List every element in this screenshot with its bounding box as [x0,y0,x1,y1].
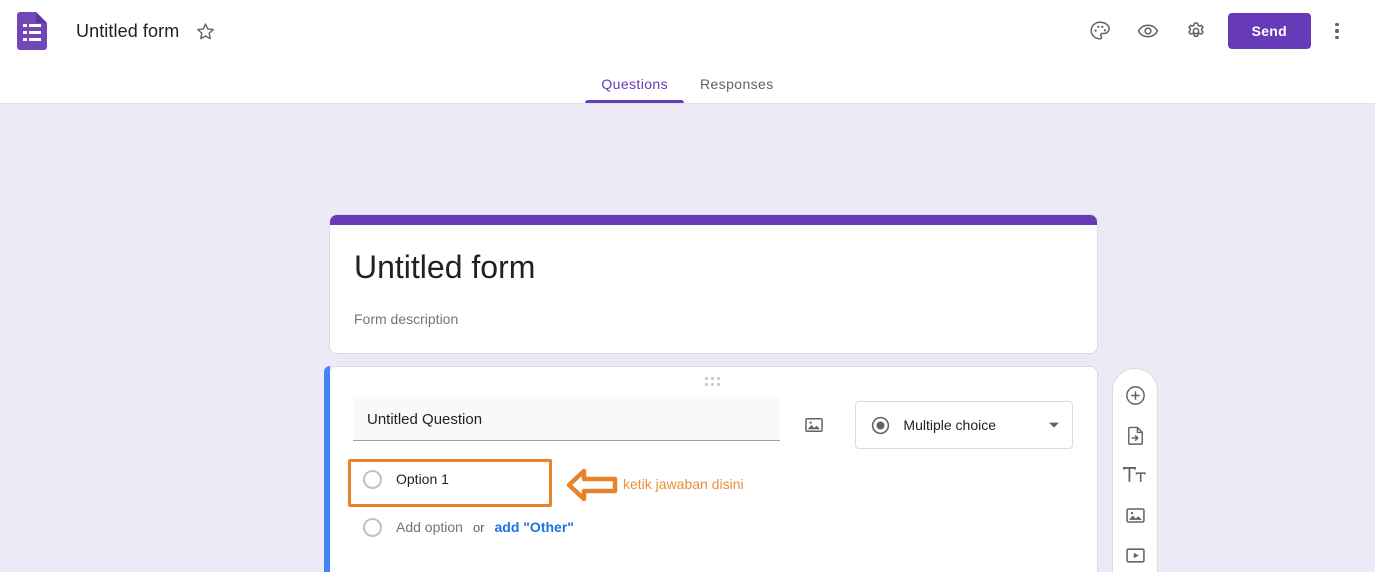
insert-image-icon[interactable] [794,405,834,445]
radio-outline-icon [363,469,382,489]
add-option-button[interactable]: Add option [396,519,463,535]
tab-responses[interactable]: Responses [684,76,790,103]
radio-outline-icon [363,517,382,537]
add-image-button[interactable] [1113,495,1157,535]
chevron-down-icon [1048,421,1060,429]
form-card-body: Untitled form Form description [330,225,1097,353]
question-type-dropdown[interactable]: Multiple choice [855,401,1073,449]
eye-icon[interactable] [1124,7,1172,55]
left-arrow-annotation-icon [566,468,618,502]
forms-logo-icon[interactable] [12,11,52,51]
question-type-label: Multiple choice [903,417,997,433]
kebab-menu-icon[interactable] [1315,9,1359,53]
header-actions-group: Send [1076,7,1359,55]
app-header: Untitled form Send [0,0,1375,62]
form-card-accent-bar [330,215,1097,225]
add-title-button[interactable] [1113,455,1157,495]
option-input[interactable]: Option 1 [396,471,449,487]
add-question-button[interactable] [1113,375,1157,415]
tab-bar: Questions Responses [0,62,1375,104]
or-label: or [472,519,485,535]
add-other-button[interactable]: add "Other" [495,519,574,535]
question-title-input[interactable]: Untitled Question [353,397,780,441]
gear-icon[interactable] [1172,7,1220,55]
import-questions-button[interactable] [1113,415,1157,455]
form-header-card[interactable]: Untitled form Form description [329,214,1098,354]
annotation-text: ketik jawaban disini [623,476,744,492]
palette-icon[interactable] [1076,7,1124,55]
form-canvas: Untitled form Form description Untitled … [0,104,1375,572]
question-card[interactable]: Untitled Question Multiple choice Option… [324,366,1098,572]
tab-questions[interactable]: Questions [585,76,684,103]
question-card-accent-bar [324,366,330,572]
add-video-button[interactable] [1113,535,1157,572]
send-button[interactable]: Send [1227,13,1311,49]
add-item-toolbar [1112,368,1158,572]
add-option-row[interactable]: Add option or add "Other" [353,503,1073,551]
radio-filled-icon [870,415,891,436]
header-left-group: Untitled form [12,11,1076,51]
form-title-input[interactable]: Untitled form [354,247,1073,287]
page-title[interactable]: Untitled form [76,21,179,42]
form-description-input[interactable]: Form description [354,311,1073,327]
drag-handle-icon[interactable] [329,377,1097,387]
star-outline-icon[interactable] [193,19,217,43]
options-list: Option 1 Add option or add "Other" [329,455,1097,551]
